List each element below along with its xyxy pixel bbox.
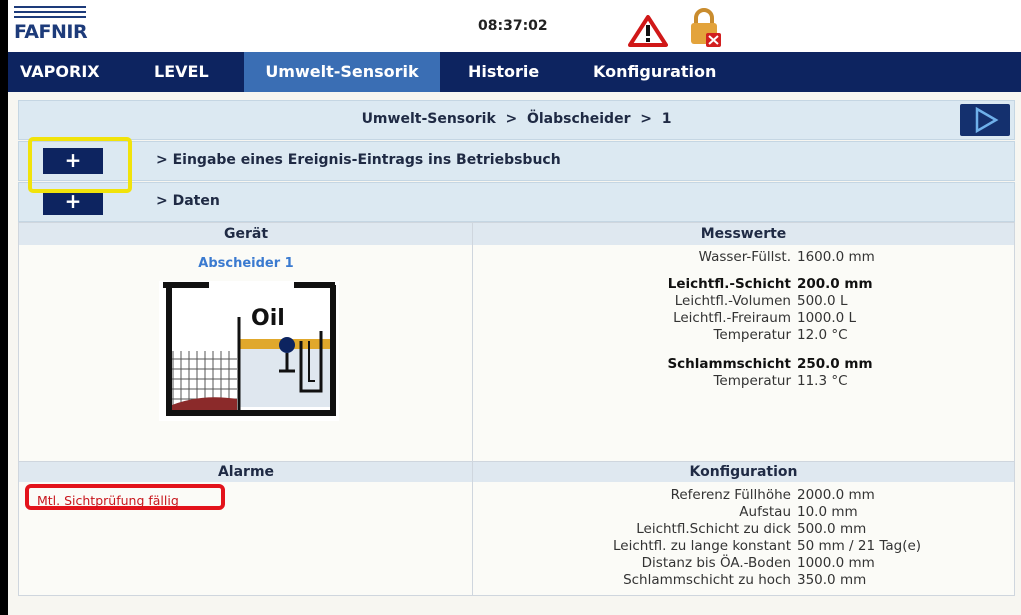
lock-icon[interactable] <box>689 8 723 48</box>
alarms-header: Alarme <box>19 462 473 482</box>
config-key: Leichtfl. zu lange konstant <box>613 538 791 554</box>
configuration-panel: Konfiguration Referenz Füllhöhe 2000.0 m… <box>472 461 1015 596</box>
config-value: 10.0 mm <box>797 504 858 520</box>
tank-oil-label: Oil <box>251 306 285 331</box>
play-arrow-icon <box>975 106 999 134</box>
measurement-key: Leichtfl.-Volumen <box>674 293 791 309</box>
measurement-value: 1600.0 mm <box>797 249 875 265</box>
top-bar: FAFNIR 08:37:02 <box>8 0 1021 52</box>
measurement-value: 200.0 mm <box>797 276 873 292</box>
measurement-value: 12.0 °C <box>797 327 848 343</box>
device-panel: Gerät Abscheider 1 Oil <box>18 222 474 462</box>
tab-historie[interactable]: Historie <box>456 52 551 92</box>
measurement-key: Wasser-Füllst. <box>698 249 791 265</box>
measurement-value: 1000.0 L <box>797 310 857 326</box>
tab-vaporix[interactable]: VAPORIX <box>8 52 112 92</box>
config-key: Distanz bis ÖA.-Boden <box>641 555 791 571</box>
tab-konfiguration[interactable]: Konfiguration <box>581 52 728 92</box>
device-name: Abscheider 1 <box>198 256 294 271</box>
config-value: 2000.0 mm <box>797 487 875 503</box>
breadcrumb: Umwelt-Sensorik > Ölabscheider > 1 <box>18 100 1015 140</box>
config-key: Aufstau <box>739 504 791 520</box>
config-value: 50 mm / 21 Tag(e) <box>797 538 922 554</box>
measurement-value: 500.0 L <box>797 293 848 309</box>
clock: 08:37:02 <box>478 18 548 34</box>
touch-screen: FAFNIR 08:37:02 VAPORIX LEVEL Umwelt-Sen… <box>8 0 1021 615</box>
warning-icon[interactable] <box>628 15 668 47</box>
separator-tank-icon: Oil <box>159 281 339 421</box>
data-label[interactable]: > Daten <box>156 193 220 209</box>
measurement-key: Temperatur <box>713 327 791 343</box>
measurement-key: Leichtfl.-Freiraum <box>673 310 791 326</box>
alarms-panel: Alarme Mtl. Sichtprüfung fällig <box>18 461 474 596</box>
measurement-key: Temperatur <box>713 373 791 389</box>
tab-level[interactable]: LEVEL <box>142 52 221 92</box>
measurements-panel: Messwerte Wasser-Füllst. 1600.0 mm Leich… <box>472 222 1015 462</box>
main-nav: VAPORIX LEVEL Umwelt-Sensorik Historie K… <box>8 52 1021 92</box>
measurement-key: Leichtfl.-Schicht <box>667 276 791 292</box>
measurements-header: Messwerte <box>473 223 1014 245</box>
measurement-value: 250.0 mm <box>797 356 873 372</box>
alarm-item[interactable]: Mtl. Sichtprüfung fällig <box>25 484 225 510</box>
config-key: Schlammschicht zu hoch <box>623 572 791 588</box>
measurement-value: 11.3 °C <box>797 373 848 389</box>
highlight-box <box>28 137 132 193</box>
next-button[interactable] <box>960 104 1010 136</box>
event-entry-label[interactable]: > Eingabe eines Ereignis-Eintrags ins Be… <box>156 152 561 168</box>
tab-umwelt-sensorik[interactable]: Umwelt-Sensorik <box>244 52 440 92</box>
config-value: 500.0 mm <box>797 521 867 537</box>
config-key: Referenz Füllhöhe <box>670 487 791 503</box>
data-row: + > Daten <box>18 182 1015 222</box>
measurement-key: Schlammschicht <box>667 356 791 372</box>
configuration-header: Konfiguration <box>473 462 1014 482</box>
config-value: 350.0 mm <box>797 572 867 588</box>
breadcrumb-path: Umwelt-Sensorik > Ölabscheider > 1 <box>361 111 672 127</box>
logo-text: FAFNIR <box>14 21 88 43</box>
event-entry-row: + > Eingabe eines Ereignis-Eintrags ins … <box>18 141 1015 181</box>
device-header: Gerät <box>19 223 473 245</box>
fafnir-logo: FAFNIR <box>14 6 88 43</box>
config-value: 1000.0 mm <box>797 555 875 571</box>
config-key: Leichtfl.Schicht zu dick <box>636 521 791 537</box>
